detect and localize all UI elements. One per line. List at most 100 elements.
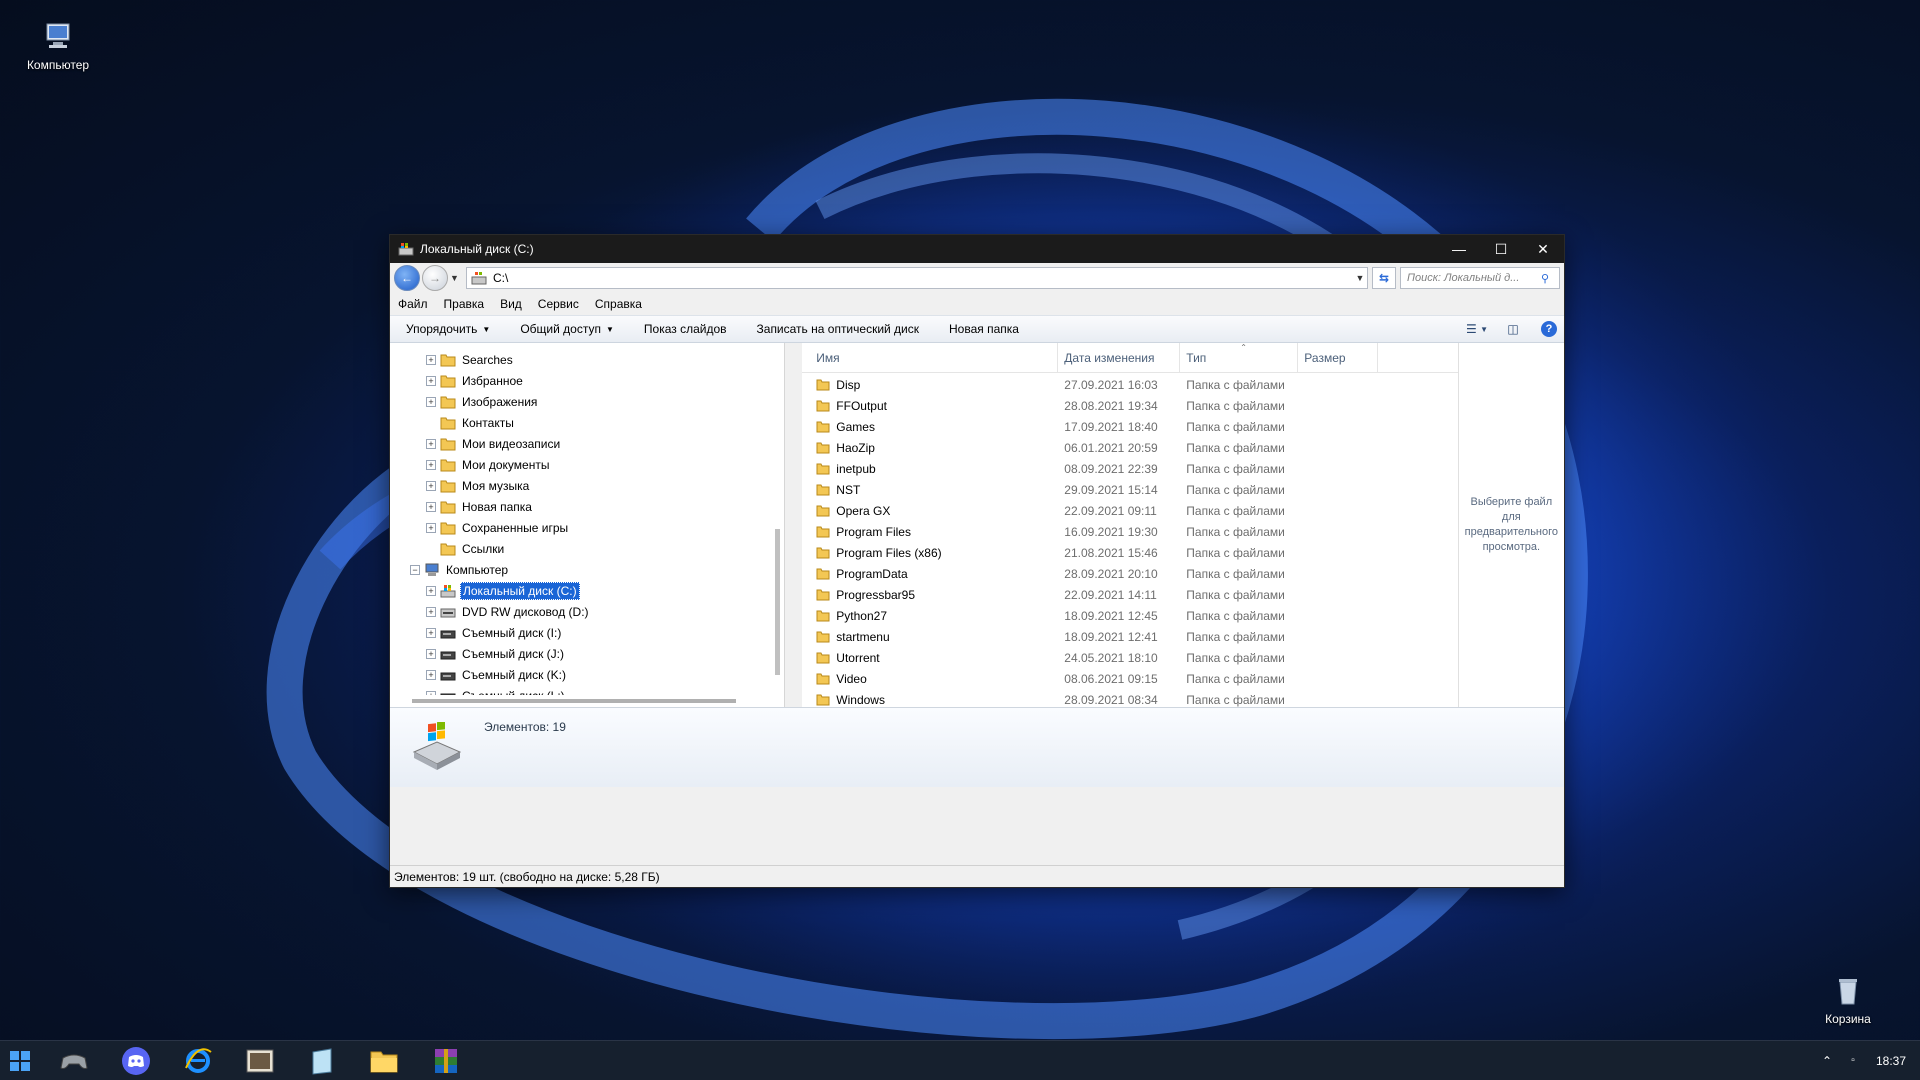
tree-item[interactable]: + Локальный диск (C:) (390, 580, 780, 601)
menu-file[interactable]: Файл (398, 297, 428, 311)
expand-icon[interactable]: + (426, 648, 436, 659)
chevron-down-icon[interactable]: ▼ (1353, 273, 1367, 283)
refresh-button[interactable]: ⇆ (1372, 267, 1396, 289)
history-dropdown-icon[interactable]: ▼ (450, 273, 462, 283)
tree-item[interactable]: + Моя музыка (390, 475, 780, 496)
expand-icon[interactable]: + (426, 522, 436, 533)
file-row[interactable]: Opera GX 22.09.2021 09:11 Папка с файлами (802, 500, 1457, 521)
new-folder-button[interactable]: Новая папка (949, 322, 1019, 336)
command-label: Новая папка (949, 322, 1019, 336)
file-name-cell: Games (802, 420, 1058, 434)
tree-item[interactable]: − Компьютер (390, 559, 780, 580)
tree-item[interactable]: + Изображения (390, 391, 780, 412)
file-row[interactable]: inetpub 08.09.2021 22:39 Папка с файлами (802, 458, 1457, 479)
file-row[interactable]: startmenu 18.09.2021 12:41 Папка с файлами (802, 626, 1457, 647)
menu-view[interactable]: Вид (500, 297, 522, 311)
scrollbar-thumb[interactable] (774, 529, 780, 675)
share-button[interactable]: Общий доступ ▼ (520, 322, 614, 336)
view-options-button[interactable]: ☰ ▼ (1462, 318, 1492, 340)
file-row[interactable]: ProgramData 28.09.2021 20:10 Папка с файла… (802, 563, 1457, 584)
expand-icon[interactable]: + (426, 438, 436, 449)
taskbar-app-notepad[interactable] (294, 1041, 350, 1080)
tree-item[interactable]: + Избранное (390, 370, 780, 391)
expand-icon[interactable]: + (426, 354, 436, 365)
taskbar: ⌃ ▫ 18:37 (0, 1040, 1920, 1080)
file-row[interactable]: Program Files 16.09.2021 19:30 Папка с фай… (802, 521, 1457, 542)
tree-item-label: Контакты (462, 415, 514, 430)
expand-icon[interactable]: + (426, 480, 436, 491)
tree-item[interactable]: + Съемный диск (I:) (390, 622, 780, 643)
tree-horizontal-scrollbar[interactable] (390, 695, 784, 707)
file-row[interactable]: HaoZip 06.01.2021 20:59 Папка с файлами (802, 437, 1457, 458)
expand-icon[interactable]: + (426, 501, 436, 512)
column-header-size[interactable]: Размер (1298, 342, 1379, 373)
file-row[interactable]: Program Files (x86) 21.08.2021 15:46 Папка… (802, 542, 1457, 563)
taskbar-app-gamepad[interactable] (46, 1041, 102, 1080)
expand-icon[interactable]: + (426, 669, 436, 680)
expand-icon[interactable]: + (426, 459, 436, 470)
taskbar-app-internet-explorer[interactable] (170, 1041, 226, 1080)
address-bar[interactable]: C:\ ▼ (466, 267, 1368, 289)
column-label: Имя (816, 350, 840, 365)
forward-button[interactable]: → (422, 265, 448, 291)
file-name-cell: ProgramData (802, 567, 1058, 581)
taskbar-app-winrar[interactable] (418, 1041, 474, 1080)
network-signal-icon[interactable]: ▫ (1840, 1055, 1866, 1066)
desktop-icon-computer[interactable]: Компьютер (13, 20, 103, 72)
file-row[interactable]: Python27 18.09.2021 12:45 Папка с файлами (802, 605, 1457, 626)
scrollbar-thumb[interactable] (412, 699, 736, 703)
maximize-button[interactable]: ☐ (1480, 235, 1522, 263)
start-button[interactable] (0, 1041, 40, 1080)
expand-icon[interactable]: + (426, 606, 436, 617)
slideshow-button[interactable]: Показ слайдов (644, 322, 727, 336)
close-button[interactable]: ✕ (1522, 235, 1564, 263)
file-row[interactable]: FFOutput 28.08.2021 19:34 Папка с файлами (802, 395, 1457, 416)
menu-tools[interactable]: Сервис (538, 297, 579, 311)
tree-item[interactable]: + Съемный диск (K:) (390, 664, 780, 685)
file-row[interactable]: NST 29.09.2021 15:14 Папка с файлами (802, 479, 1457, 500)
tree-item[interactable]: + DVD RW дисковод (D:) (390, 601, 780, 622)
search-input[interactable]: Поиск: Локальный д... ⚲ (1400, 267, 1560, 289)
chevron-up-icon[interactable]: ⌃ (1814, 1054, 1840, 1068)
taskbar-app-photo[interactable] (232, 1041, 288, 1080)
tree-item[interactable]: + Мои документы (390, 454, 780, 475)
expand-icon[interactable]: + (426, 396, 436, 407)
search-icon[interactable]: ⚲ (1541, 272, 1559, 285)
column-header-type[interactable]: ⌃ Тип (1180, 342, 1299, 373)
title-bar[interactable]: Локальный диск (C:) — ☐ ✕ (390, 235, 1564, 263)
tree-item[interactable]: + Мои видеозаписи (390, 433, 780, 454)
file-row[interactable]: Video 08.06.2021 09:15 Папка с файлами (802, 668, 1457, 689)
desktop-icon-recycle-bin[interactable]: Корзина (1803, 974, 1893, 1026)
preview-pane-button[interactable]: ◫ (1498, 318, 1528, 340)
recycle-bin-icon (1831, 974, 1865, 1008)
expand-icon[interactable]: + (426, 375, 436, 386)
tree-vertical-scrollbar[interactable] (771, 343, 784, 707)
help-button[interactable]: ? (1534, 318, 1564, 340)
collapse-icon[interactable]: − (410, 564, 420, 575)
file-row[interactable]: Games 17.09.2021 18:40 Папка с файлами (802, 416, 1457, 437)
clock[interactable]: 18:37 (1876, 1054, 1906, 1068)
file-row[interactable]: Utorrent 24.05.2021 18:10 Папка с файлами (802, 647, 1457, 668)
file-row[interactable]: Progressbar95 22.09.2021 14:11 Папка с фай… (802, 584, 1457, 605)
column-header-date[interactable]: Дата изменения (1058, 342, 1181, 373)
taskbar-app-file-explorer[interactable] (356, 1041, 412, 1080)
tree-item[interactable]: Ссылки (390, 538, 780, 559)
organize-button[interactable]: Упорядочить ▼ (406, 322, 490, 336)
expand-icon[interactable]: + (426, 627, 436, 638)
file-row[interactable]: Disp 27.09.2021 16:03 Папка с файлами (802, 374, 1457, 395)
command-label: Общий доступ (520, 322, 601, 336)
tree-item[interactable]: + Сохраненные игры (390, 517, 780, 538)
column-header-name[interactable]: Имя (802, 342, 1059, 373)
burn-button[interactable]: Записать на оптический диск (757, 322, 920, 336)
tree-item[interactable]: Контакты (390, 412, 780, 433)
tree-item[interactable]: + Новая папка (390, 496, 780, 517)
minimize-button[interactable]: — (1438, 235, 1480, 263)
menu-help[interactable]: Справка (595, 297, 642, 311)
back-button[interactable]: ← (394, 265, 420, 291)
tree-item[interactable]: + Съемный диск (J:) (390, 643, 780, 664)
expand-icon[interactable]: + (426, 585, 436, 596)
pane-splitter[interactable] (784, 343, 803, 707)
menu-edit[interactable]: Правка (444, 297, 485, 311)
taskbar-app-discord[interactable] (108, 1041, 164, 1080)
tree-item[interactable]: + Searches (390, 349, 780, 370)
